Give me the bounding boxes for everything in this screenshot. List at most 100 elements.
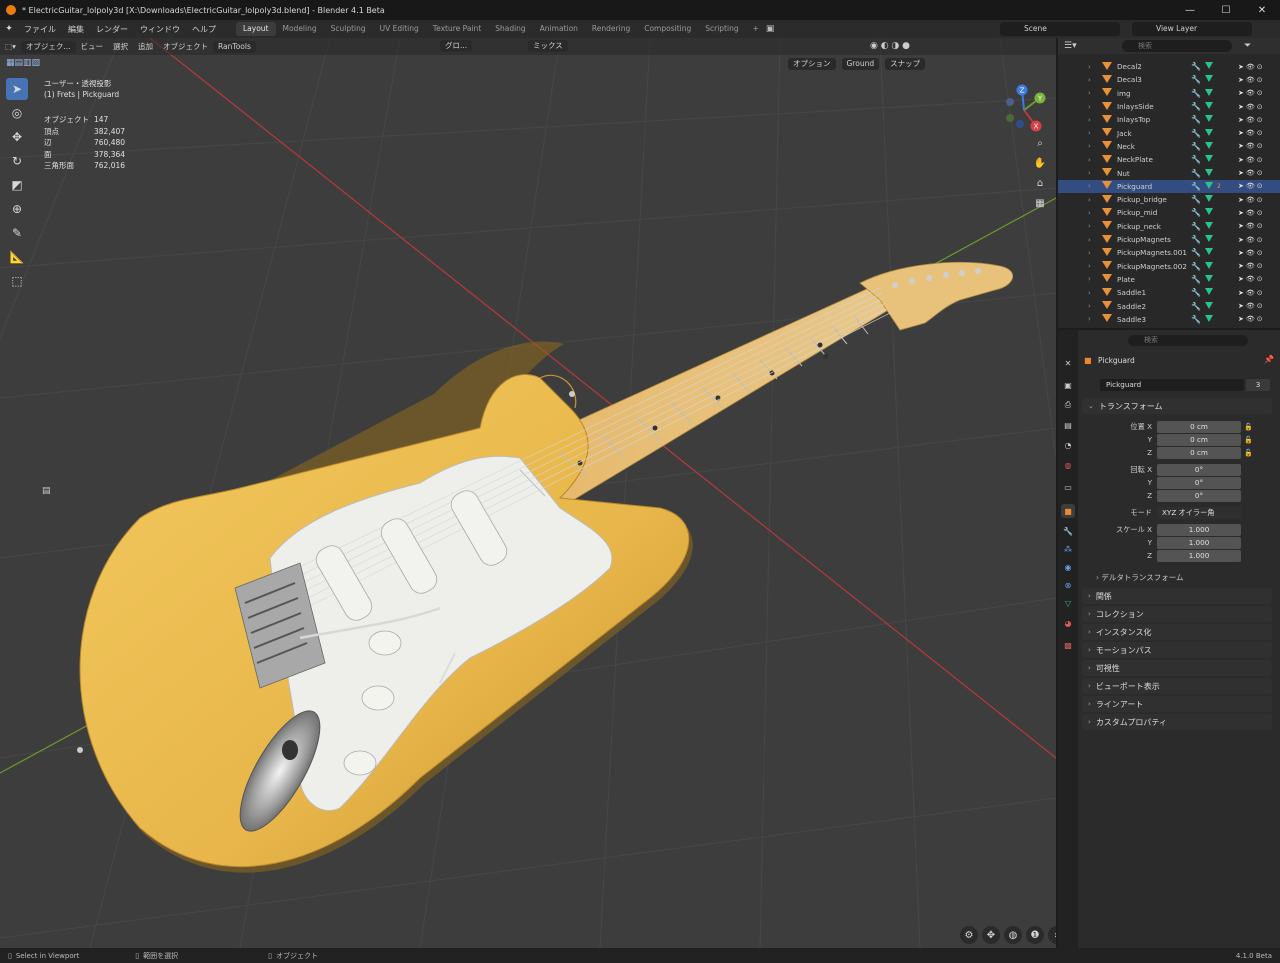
- outliner-editor-icon[interactable]: ☰▾: [1064, 41, 1077, 51]
- expand-chevron-icon[interactable]: ›: [1058, 116, 1091, 124]
- row-visibility-icons[interactable]: ➤👁⊙: [1238, 182, 1265, 190]
- properties-panel-header[interactable]: › インスタンス化: [1082, 624, 1272, 640]
- scale-tool-icon[interactable]: ◩: [6, 174, 28, 196]
- menu-view[interactable]: ビュー: [76, 41, 109, 52]
- outliner-search-input[interactable]: 検索: [1122, 40, 1232, 52]
- row-visibility-icons[interactable]: ➤👁⊙: [1238, 249, 1265, 257]
- tab-layout[interactable]: Layout: [236, 22, 276, 36]
- scale-y-field[interactable]: 1.000: [1157, 537, 1241, 549]
- expand-chevron-icon[interactable]: ›: [1058, 129, 1091, 137]
- row-visibility-icons[interactable]: ➤👁⊙: [1238, 76, 1265, 84]
- properties-panel-header[interactable]: › モーションパス: [1082, 642, 1272, 658]
- menu-help[interactable]: ヘルプ: [186, 24, 222, 35]
- tab-modeling[interactable]: Modeling: [276, 22, 324, 36]
- expand-chevron-icon[interactable]: ›: [1058, 249, 1091, 257]
- camera-view-icon[interactable]: ⌂: [1031, 174, 1049, 192]
- row-visibility-icons[interactable]: ➤👁⊙: [1238, 89, 1265, 97]
- expand-chevron-icon[interactable]: ›: [1058, 289, 1091, 297]
- row-visibility-icons[interactable]: ➤👁⊙: [1238, 196, 1265, 204]
- location-x-field[interactable]: 0 cm: [1157, 421, 1241, 433]
- expand-chevron-icon[interactable]: ›: [1058, 103, 1091, 111]
- delta-transform-subpanel[interactable]: › デルタトランスフォーム: [1096, 572, 1184, 583]
- zoom-icon[interactable]: ⌕: [1031, 134, 1049, 152]
- properties-panel-header[interactable]: › 関係: [1082, 588, 1272, 604]
- outliner-item[interactable]: › Pickup_bridge 🔧 ➤👁⊙: [1058, 193, 1280, 206]
- menu-add[interactable]: 追加: [133, 41, 158, 52]
- row-visibility-icons[interactable]: ➤👁⊙: [1238, 63, 1265, 71]
- location-y-field[interactable]: 0 cm: [1157, 434, 1241, 446]
- constraints-tab-icon[interactable]: ⊗: [1061, 578, 1075, 592]
- outliner-item[interactable]: › Plate 🔧 ➤👁⊙: [1058, 273, 1280, 286]
- options-button[interactable]: オプション: [788, 58, 836, 70]
- row-visibility-icons[interactable]: ➤👁⊙: [1238, 315, 1265, 323]
- outliner-item[interactable]: › Pickup_neck 🔧 ➤👁⊙: [1058, 220, 1280, 233]
- row-visibility-icons[interactable]: ➤👁⊙: [1238, 222, 1265, 230]
- annotate-tool-icon[interactable]: ✎: [6, 222, 28, 244]
- expand-chevron-icon[interactable]: ›: [1058, 236, 1091, 244]
- tool-tab-icon[interactable]: ✕: [1061, 356, 1075, 370]
- shading-icons[interactable]: ◉ ◐ ◑ ●: [870, 41, 910, 51]
- datablock-name-field[interactable]: Pickguard: [1100, 379, 1244, 391]
- outliner-item[interactable]: › img 🔧 ➤👁⊙: [1058, 87, 1280, 100]
- viewport-scene[interactable]: [0, 38, 1056, 948]
- info-icon[interactable]: ❶: [1026, 926, 1044, 944]
- row-visibility-icons[interactable]: ➤👁⊙: [1238, 116, 1265, 124]
- 3d-viewport[interactable]: ⬚▾ オブジェク... ビュー 選択 追加 オブジェクト RanTools グロ…: [0, 38, 1056, 948]
- select-mode-icons[interactable]: ▦▤▥▧: [6, 58, 40, 68]
- menu-edit[interactable]: 編集: [62, 24, 90, 35]
- row-visibility-icons[interactable]: ➤👁⊙: [1238, 262, 1265, 270]
- expand-chevron-icon[interactable]: ›: [1058, 262, 1091, 270]
- row-visibility-icons[interactable]: ➤👁⊙: [1238, 156, 1265, 164]
- outliner-item[interactable]: › PickupMagnets.002 🔧 ➤👁⊙: [1058, 260, 1280, 273]
- lock-icons[interactable]: 🔓 🔓 🔓: [1244, 421, 1253, 460]
- rotate-tool-icon[interactable]: ↻: [6, 150, 28, 172]
- scene-selector[interactable]: Scene: [1000, 22, 1120, 36]
- pan-hand-icon[interactable]: ✋: [1031, 154, 1049, 172]
- outliner-item[interactable]: › InlaysSide 🔧 ➤👁⊙: [1058, 100, 1280, 113]
- expand-icon[interactable]: »: [1048, 926, 1056, 944]
- view-layer-selector[interactable]: View Layer: [1132, 22, 1252, 36]
- collection-tab-icon[interactable]: ▭: [1061, 480, 1075, 494]
- properties-panel-header[interactable]: › ビューポート表示: [1082, 678, 1272, 694]
- object-tab-icon[interactable]: ■: [1061, 504, 1075, 518]
- expand-chevron-icon[interactable]: ›: [1058, 169, 1091, 177]
- sidebar-toggle-icon[interactable]: ▤: [42, 486, 51, 496]
- row-visibility-icons[interactable]: ➤👁⊙: [1238, 169, 1265, 177]
- expand-chevron-icon[interactable]: ›: [1058, 196, 1091, 204]
- outliner-item[interactable]: › Neck 🔧 ➤👁⊙: [1058, 140, 1280, 153]
- properties-panel-header[interactable]: › ラインアート: [1082, 696, 1272, 712]
- rotation-z-field[interactable]: 0°: [1157, 490, 1241, 502]
- maximize-button[interactable]: ☐: [1208, 0, 1244, 20]
- menu-window[interactable]: ウィンドウ: [134, 24, 186, 35]
- outliner-item[interactable]: › NeckPlate 🔧 ➤👁⊙: [1058, 153, 1280, 166]
- cursor-tool-icon[interactable]: ◎: [6, 102, 28, 124]
- properties-panel-header[interactable]: › 可視性: [1082, 660, 1272, 676]
- snap-target-selector[interactable]: Ground: [841, 58, 880, 70]
- row-visibility-icons[interactable]: ➤👁⊙: [1238, 275, 1265, 283]
- outliner-item[interactable]: › Saddle3 🔧 ➤👁⊙: [1058, 313, 1280, 326]
- data-tab-icon[interactable]: ▽: [1061, 596, 1075, 610]
- output-tab-icon[interactable]: ⎙: [1061, 398, 1075, 412]
- rotation-x-field[interactable]: 0°: [1157, 464, 1241, 476]
- row-visibility-icons[interactable]: ➤👁⊙: [1238, 142, 1265, 150]
- particles-tab-icon[interactable]: ⁂: [1061, 542, 1075, 556]
- minimize-button[interactable]: —: [1172, 0, 1208, 20]
- scale-z-field[interactable]: 1.000: [1157, 550, 1241, 562]
- expand-chevron-icon[interactable]: ›: [1058, 63, 1091, 71]
- workspace-settings-icon[interactable]: ▣: [766, 24, 775, 34]
- row-visibility-icons[interactable]: ➤👁⊙: [1238, 289, 1265, 297]
- measure-tool-icon[interactable]: 📐: [6, 246, 28, 268]
- row-visibility-icons[interactable]: ➤👁⊙: [1238, 236, 1265, 244]
- editor-type-icon[interactable]: ⬚▾: [0, 42, 21, 51]
- world-tab-icon[interactable]: ◍: [1061, 458, 1075, 472]
- row-visibility-icons[interactable]: ➤👁⊙: [1238, 103, 1265, 111]
- tab-shading[interactable]: Shading: [488, 22, 532, 36]
- snap-gizmo-icon[interactable]: ◍: [1004, 926, 1022, 944]
- render-tab-icon[interactable]: ▣: [1061, 378, 1075, 392]
- move-tool-icon[interactable]: ✥: [6, 126, 28, 148]
- outliner-item[interactable]: › Pickup_mid 🔧 ➤👁⊙: [1058, 206, 1280, 219]
- expand-chevron-icon[interactable]: ›: [1058, 209, 1091, 217]
- scale-x-field[interactable]: 1.000: [1157, 524, 1241, 536]
- navigation-gizmo[interactable]: X Y Z: [996, 80, 1056, 140]
- row-visibility-icons[interactable]: ➤👁⊙: [1238, 302, 1265, 310]
